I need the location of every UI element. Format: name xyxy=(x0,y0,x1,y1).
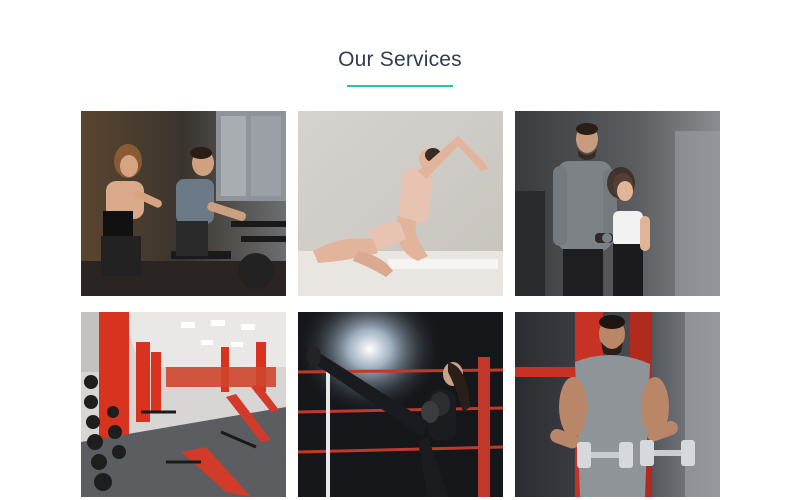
service-card-gym-floor[interactable] xyxy=(81,312,286,497)
service-card-yoga-stretching[interactable] xyxy=(298,111,503,296)
services-section: Our Services xyxy=(0,0,800,500)
title-underline xyxy=(347,85,453,87)
cycling-photo xyxy=(81,111,286,296)
kickboxing-photo xyxy=(298,312,503,497)
service-card-personal-training[interactable] xyxy=(515,111,720,296)
trainer-photo xyxy=(515,111,720,296)
dumbbell-photo xyxy=(515,312,720,497)
service-card-spin-cycling[interactable] xyxy=(81,111,286,296)
yoga-photo xyxy=(298,111,503,296)
service-card-weight-training[interactable] xyxy=(515,312,720,497)
section-title: Our Services xyxy=(338,48,462,71)
service-card-kickboxing[interactable] xyxy=(298,312,503,497)
gym-photo xyxy=(81,312,286,497)
services-grid xyxy=(81,111,720,497)
